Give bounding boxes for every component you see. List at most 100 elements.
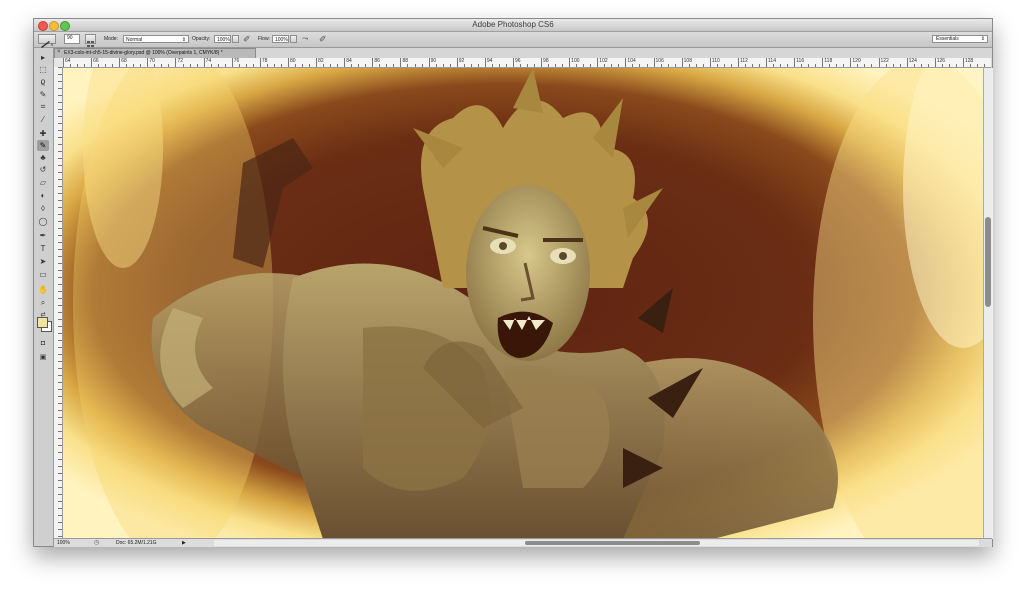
ruler-tick [58,396,62,397]
healing-brush-tool-icon[interactable]: ✚ [37,128,49,139]
gradient-tool-icon[interactable]: ◐ [37,190,49,201]
ruler-tick [597,58,599,67]
flow-dropdown-button[interactable] [290,35,297,43]
status-menu-arrow-icon[interactable]: ▶ [182,540,188,546]
horizontal-scrollbar[interactable] [214,540,979,546]
zoom-tool-icon[interactable]: ⌕ [37,297,49,308]
vertical-scroll-thumb[interactable] [985,217,991,307]
ruler-tick [147,58,149,67]
pressure-size-icon[interactable]: ✐ [319,34,327,45]
pressure-opacity-icon[interactable]: ✐ [243,34,251,45]
tool-preset-picker[interactable] [38,34,56,48]
quick-select-tool-icon[interactable]: ✎ [37,89,49,100]
lasso-tool-icon[interactable]: ϱ [37,76,49,87]
type-tool-icon[interactable]: T [37,243,49,254]
ruler-tick [58,67,62,68]
ruler-tick [498,64,500,67]
ruler-tick [611,64,613,67]
brush-preset-picker[interactable]: 90 [64,34,80,44]
ruler-tick [217,64,219,67]
ruler-tick [58,515,62,516]
ruler-tick [154,64,156,67]
path-select-tool-icon[interactable]: ➤ [37,256,49,267]
dodge-tool-icon[interactable]: ◯ [37,216,49,227]
horizontal-ruler[interactable]: 64 66 68 70 72 74 76 78 80 82 84 86 88 90 92 94 96 98 100 1… [63,58,991,68]
ruler-tick [674,64,676,67]
vertical-scrollbar[interactable] [983,68,993,539]
ruler-tick [815,64,817,67]
pen-tool-icon[interactable]: ✒ [37,230,49,241]
clone-stamp-tool-icon[interactable]: ♣ [37,152,49,163]
airbrush-icon[interactable]: ⤳ [302,34,308,44]
ruler-tick [484,58,486,67]
ruler-tick [70,64,72,67]
ruler-tick [58,179,62,180]
ruler-tick [969,64,971,67]
ruler-tick [182,64,184,67]
document-tab[interactable]: × EX3-cols-int-ch5-15-divine-glory.psd @… [54,48,256,58]
ruler-tick [309,64,311,67]
status-bar: 100% ◷ Doc: 65.2M/1.21G ▶ [54,538,992,547]
workspace-switcher[interactable]: Essentials ⇕ [932,35,988,43]
ruler-tick [58,221,62,222]
ruler-tick [421,64,423,67]
ruler-tick [58,291,62,292]
ruler-tick [58,172,62,173]
ruler-tick [58,508,62,509]
title-bar[interactable]: Adobe Photoshop CS6 [34,19,992,32]
history-brush-tool-icon[interactable]: ↺ [37,164,49,175]
zoom-level-field[interactable]: 100% [57,539,70,547]
ruler-tick [58,431,62,432]
ruler-tick [58,340,62,341]
ruler-tick [252,64,254,67]
move-tool-icon[interactable]: ▸ [37,52,49,63]
ruler-tick [723,64,725,67]
ruler-tick [58,88,62,89]
ruler-tick [737,58,739,67]
hand-tool-icon[interactable]: ✋ [37,284,49,295]
ruler-tick [871,64,873,67]
brush-panel-toggle[interactable] [85,34,96,47]
ruler-tick [470,64,472,67]
shape-tool-icon[interactable]: ▭ [37,269,49,280]
ruler-tick [126,64,128,67]
painting-artwork[interactable] [63,68,983,539]
opacity-field[interactable]: 100% [214,35,231,43]
ruler-tick [358,64,360,67]
opacity-dropdown-button[interactable] [232,35,239,43]
blur-tool-icon[interactable]: ◊ [37,203,49,214]
status-icon[interactable]: ◷ [94,539,99,547]
ruler-tick [231,58,233,67]
ruler-tick [58,81,62,82]
eyedropper-tool-icon[interactable]: ⁄ [37,114,49,125]
ruler-tick [58,298,62,299]
horizontal-scroll-thumb[interactable] [525,541,700,545]
ruler-tick [58,438,62,439]
crop-tool-icon[interactable]: ⌗ [37,101,49,112]
ruler-tick [58,368,62,369]
foreground-color-swatch[interactable] [37,317,48,328]
ruler-tick [58,480,62,481]
ruler-tick [449,64,451,67]
ruler-tick [58,74,62,75]
mode-select-value: Normal [126,37,143,43]
quick-mask-icon[interactable]: ◘ [37,338,49,349]
flow-field[interactable]: 100% [272,35,289,43]
marquee-tool-icon[interactable]: ⬚ [37,64,49,75]
ruler-tick [836,64,838,67]
mode-select[interactable]: Normal ⇕ [123,35,189,43]
ruler-tick [808,64,810,67]
ruler-tick [787,64,789,67]
ruler-tick [58,186,62,187]
eraser-tool-icon[interactable]: ▱ [37,177,49,188]
ruler-tick [773,64,775,67]
tools-panel: ▸ ⬚ ϱ ✎ ⌗ ⁄ ✚ ✎ ♣ ↺ ▱ ◐ ◊ ◯ ✒ T ➤ ▭ ✋ ⌕ … [34,48,54,546]
vertical-ruler[interactable] [54,67,63,538]
close-tab-icon[interactable]: × [57,49,61,55]
ruler-tick [58,207,62,208]
brush-tool-icon[interactable]: ✎ [37,140,49,151]
document-canvas[interactable] [63,68,983,539]
screen-mode-icon[interactable]: ▣ [37,352,49,363]
ruler-tick [58,333,62,334]
ruler-tick [58,214,62,215]
